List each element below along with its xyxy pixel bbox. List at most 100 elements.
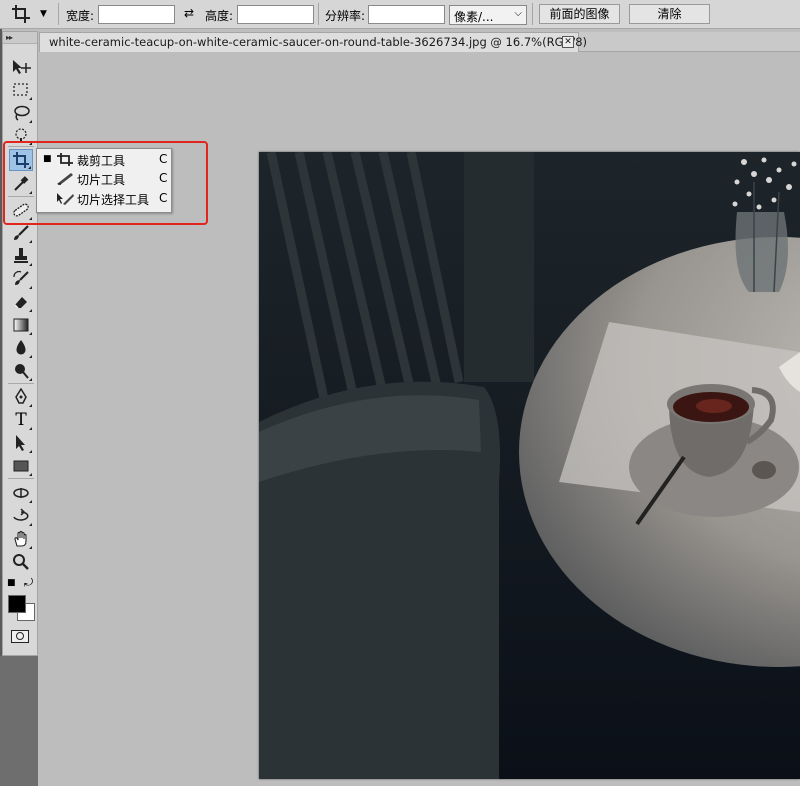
submenu-indicator bbox=[29, 120, 32, 123]
document-tab[interactable]: white-ceramic-teacup-on-white-ceramic-sa… bbox=[39, 32, 587, 52]
resolution-label: 分辨率: bbox=[325, 9, 366, 23]
history-brush-tool[interactable] bbox=[9, 268, 33, 290]
brush-icon bbox=[14, 225, 29, 240]
dodge-tool[interactable] bbox=[9, 360, 33, 382]
3d-rotate-tool[interactable] bbox=[9, 482, 33, 504]
flyout-item-label: 裁剪工具 bbox=[77, 154, 126, 168]
divider bbox=[318, 3, 319, 25]
path-select-tool[interactable] bbox=[9, 432, 33, 454]
marquee-icon bbox=[13, 83, 28, 96]
eraser-tool[interactable] bbox=[9, 291, 33, 313]
quick-select-tool[interactable] bbox=[9, 124, 33, 146]
rectangle-tool[interactable] bbox=[9, 455, 33, 477]
document-tab-title: white-ceramic-teacup-on-white-ceramic-sa… bbox=[49, 35, 588, 49]
panel-grip[interactable]: ▸▸ bbox=[3, 32, 37, 44]
flyout-item-shortcut: C bbox=[159, 152, 168, 166]
zoom-tool[interactable] bbox=[9, 551, 33, 573]
default-colors-icon[interactable]: ■ bbox=[7, 578, 16, 588]
width-label: 宽度: bbox=[66, 9, 95, 23]
move-icon bbox=[13, 60, 31, 74]
submenu-indicator bbox=[29, 355, 32, 358]
divider bbox=[58, 3, 59, 25]
3d-orbit-tool[interactable] bbox=[9, 505, 33, 527]
submenu-indicator bbox=[29, 523, 32, 526]
selected-bullet: ■ bbox=[43, 154, 52, 164]
lasso-tool[interactable] bbox=[9, 102, 33, 124]
flyout-item-slice-tool[interactable]: 切片工具 C bbox=[37, 169, 171, 188]
slice-icon bbox=[57, 173, 73, 185]
height-label: 高度: bbox=[205, 9, 234, 23]
submenu-indicator bbox=[29, 142, 32, 145]
submenu-indicator bbox=[29, 427, 32, 430]
submenu-indicator bbox=[29, 500, 32, 503]
unit-select-value: 像素/... bbox=[454, 10, 494, 24]
flyout-item-label: 切片工具 bbox=[77, 173, 126, 187]
brush-tool[interactable] bbox=[9, 222, 33, 244]
type-icon: T bbox=[15, 410, 27, 430]
unit-select[interactable]: 像素/... ⌵ bbox=[449, 5, 527, 25]
blur-tool[interactable] bbox=[9, 337, 33, 359]
rectangle-icon bbox=[13, 460, 29, 472]
submenu-indicator bbox=[29, 404, 32, 407]
slice-select-icon bbox=[57, 193, 74, 205]
tool-preset-picker[interactable]: ▼ bbox=[10, 3, 56, 25]
clone-stamp-tool[interactable] bbox=[9, 245, 33, 267]
submenu-indicator bbox=[29, 450, 32, 453]
resolution-input[interactable] bbox=[368, 5, 445, 24]
eyedropper-icon bbox=[14, 176, 29, 191]
chevron-down-icon: ⌵ bbox=[514, 8, 522, 19]
close-icon[interactable]: ✕ bbox=[562, 36, 574, 48]
front-image-button[interactable]: 前面的图像 bbox=[539, 4, 620, 24]
height-input[interactable] bbox=[237, 5, 314, 24]
history-brush-icon bbox=[13, 270, 29, 285]
submenu-indicator bbox=[29, 546, 32, 549]
quick-select-icon bbox=[15, 128, 27, 143]
hand-tool[interactable] bbox=[9, 528, 33, 550]
submenu-indicator bbox=[29, 191, 32, 194]
crop-icon bbox=[12, 5, 30, 23]
submenu-indicator bbox=[28, 166, 31, 169]
foreground-color-swatch[interactable] bbox=[8, 595, 26, 613]
type-tool[interactable]: T bbox=[9, 409, 33, 431]
submenu-indicator bbox=[29, 263, 32, 266]
eraser-icon bbox=[14, 297, 27, 309]
crop-tool-flyout-menu: ■ 裁剪工具 C 切片工具 C 切片选择工具 C bbox=[36, 148, 172, 213]
swap-arrows-icon[interactable]: ⇄ bbox=[184, 6, 194, 20]
dodge-icon bbox=[15, 364, 29, 379]
pen-tool[interactable] bbox=[9, 386, 33, 408]
submenu-indicator bbox=[29, 473, 32, 476]
submenu-indicator bbox=[29, 217, 32, 220]
stamp-icon bbox=[14, 248, 28, 263]
divider bbox=[8, 478, 34, 479]
divider bbox=[8, 383, 34, 384]
healing-brush-tool[interactable] bbox=[9, 199, 33, 221]
width-input[interactable] bbox=[98, 5, 175, 24]
document-image[interactable] bbox=[259, 152, 800, 779]
crop-tool[interactable] bbox=[9, 149, 33, 171]
marquee-tool[interactable] bbox=[9, 79, 33, 101]
quick-mask-icon bbox=[16, 632, 24, 640]
divider bbox=[8, 196, 34, 197]
crop-icon bbox=[57, 153, 73, 166]
3d-orbit-icon bbox=[13, 508, 29, 521]
submenu-indicator bbox=[29, 286, 32, 289]
flyout-item-slice-select-tool[interactable]: 切片选择工具 C bbox=[37, 189, 171, 208]
quick-mask-button[interactable] bbox=[11, 630, 29, 643]
panel-background bbox=[0, 656, 38, 786]
options-bar: ▼ 宽度: ⇄ 高度: 分辨率: 像素/... ⌵ 前面的图像 清除 bbox=[0, 0, 800, 29]
swap-colors-icon[interactable]: ⤾ bbox=[24, 576, 33, 590]
move-tool[interactable] bbox=[9, 56, 33, 78]
hand-icon bbox=[14, 530, 27, 547]
zoom-icon bbox=[13, 554, 29, 570]
drop-icon bbox=[16, 340, 26, 355]
divider bbox=[532, 3, 533, 25]
bandage-icon bbox=[13, 203, 29, 217]
clear-button[interactable]: 清除 bbox=[629, 4, 710, 24]
flyout-item-crop-tool[interactable]: ■ 裁剪工具 C bbox=[37, 150, 171, 169]
eyedropper-tool[interactable] bbox=[9, 173, 33, 195]
chevron-down-icon: ▼ bbox=[40, 9, 47, 19]
flyout-item-label: 切片选择工具 bbox=[77, 193, 150, 207]
submenu-indicator bbox=[29, 97, 32, 100]
gradient-tool[interactable] bbox=[9, 314, 33, 336]
tools-panel: ▸▸ T ■ ⤾ bbox=[2, 31, 38, 656]
